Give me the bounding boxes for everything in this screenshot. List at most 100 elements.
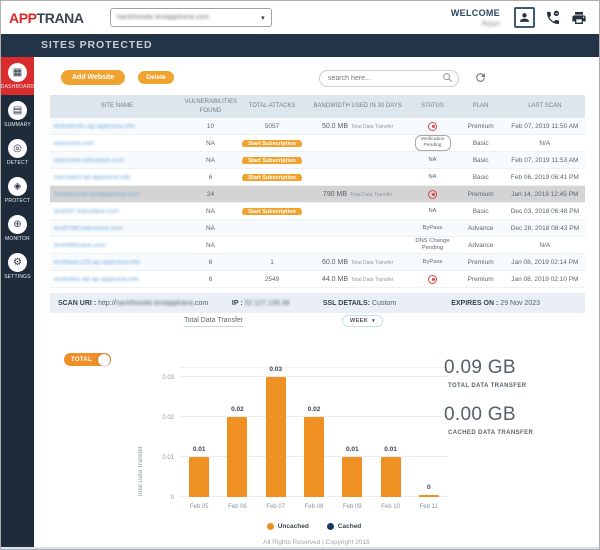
site-name-link[interactable]: testholes-ab-ap-apptrana.info [54,276,139,283]
column-header: PLAN [472,103,489,110]
refresh-button[interactable] [474,71,487,84]
vulnerabilities-cell: 6 [208,258,213,266]
site-name-link[interactable]: test0788.indusface.com [54,225,123,232]
site-name-link[interactable]: airpocket.indusface.com [54,157,124,164]
printer-icon [572,11,586,24]
table-row[interactable]: hackthissite.testapptrana.com 24 790 MB Tot… [50,186,585,203]
period-selector-value: WEEK [350,318,369,324]
status-cell: ByPass [422,258,443,265]
bar-uncached[interactable] [189,457,210,497]
sidebar-nav: ▦ DASHBOARD ▤ SUMMARY ◎ DETECT ◈ PROTECT ⊕ MONITO… [1,57,34,549]
plan-cell: Advance [468,241,494,249]
plan-cell: Premium [467,190,494,198]
site-selector-value: hackthissite.testapptrana.com [116,14,210,21]
bar-chart-plot: 0 0.01 0.02 0.03 0.01 Feb 05 0.02 Feb 06 0.03 Feb… [162,366,448,510]
table-row[interactable]: test0788.indusface.com NA ByPass Advance Dec… [50,220,585,237]
sidebar-item-monitor[interactable]: ⊕ MONITOR [1,209,34,247]
start-subscription-button[interactable]: Start Subscription [242,207,302,215]
sidebar-item-summary[interactable]: ▤ SUMMARY [1,95,34,133]
bar-uncached[interactable] [418,495,439,497]
top-header-bar: APPTRANA hackthissite.testapptrana.com ▾… [1,1,599,34]
sidebar-item-protect[interactable]: ◈ PROTECT [1,171,34,209]
sidebar-item-label: DASHBOARD [0,84,35,90]
support-call-button[interactable] [545,10,561,26]
sidebar-item-detect[interactable]: ◎ DETECT [1,133,34,171]
chevron-down-icon: ▾ [372,318,376,324]
bar-value-label: 0.02 [307,406,321,413]
column-header: VULNERABILITIES FOUND [184,99,238,114]
status-blocked-icon [428,274,437,284]
sites-table: SITE NAME VULNERABILITIES FOUND TOTAL ATTA… [50,95,585,288]
table-row[interactable]: testsite24c-ap-apptrana.info 10 5057 50.0 M… [50,118,585,135]
bar-uncached[interactable] [342,457,363,497]
plan-cell: Basic [472,156,489,164]
x-tick-label: Feb 05 [189,504,209,510]
status-cell: NA [428,173,437,180]
table-row[interactable]: test09thirane.com NA DNS Change Pending Adv… [50,237,585,254]
site-name-link[interactable]: test09thirane.com [54,242,106,249]
site-name-link[interactable]: airpocket.com [54,140,94,147]
sidebar-item-settings[interactable]: ⚙ SETTINGS [1,247,34,285]
user-icon [520,13,529,22]
search-input[interactable] [319,70,459,87]
table-row[interactable]: test037.indusface.com NA Start Subscriptio… [50,203,585,220]
stat-value: 0.00 GB [444,404,516,425]
main-content: Add Website Delete SITE NAME VULNERABILIT… [34,57,599,549]
start-subscription-button[interactable]: Start Subscription [242,156,302,164]
bar-value-label: 0.03 [269,366,283,373]
sidebar-item-label: MONITOR [5,236,30,242]
bar-uncached[interactable] [380,457,401,497]
x-tick-label: Feb 10 [381,504,400,510]
legend-dot [266,523,274,530]
total-attacks-cell: 5057 [264,122,280,130]
sidebar-item-dashboard[interactable]: ▦ DASHBOARD [1,57,34,95]
stat-label: CACHED DATA TRANSFER [448,430,534,436]
phone-support-icon [547,10,559,24]
table-row[interactable]: testholes-ab-ap-apptrana.info 6 2549 44.0 M… [50,271,585,288]
site-name-link[interactable]: barcode3-ap-apptrana.info [54,174,131,181]
y-tick-label: 0 [170,495,174,501]
site-name-link[interactable]: testbasic125-ap-apptrana.info [54,259,140,266]
tab-total-data-transfer[interactable]: Total Data Transfer [184,317,244,327]
bar-uncached[interactable] [265,377,286,497]
site-name-link[interactable]: testsite24c-ap-apptrana.info [54,123,135,130]
chevron-down-icon: ▾ [261,14,265,22]
y-axis-label: Total Data Transfer [138,446,144,497]
print-button[interactable] [571,10,587,26]
user-profile-button[interactable] [514,7,535,28]
bar-value-label: 0 [427,484,431,491]
table-row[interactable]: testbasic125-ap-apptrana.info 6 1 60.0 MB To… [50,254,585,271]
monitor-scan-icon: ⊕ [8,215,27,234]
table-row[interactable]: airpocket.indusface.com NA Start Subscript… [50,152,585,169]
site-selector-dropdown[interactable]: hackthissite.testapptrana.com ▾ [109,8,272,27]
bar-uncached[interactable] [227,417,248,497]
total-toggle[interactable]: TOTAL [64,353,111,366]
start-subscription-button[interactable]: Start Subscription [242,139,302,147]
legend-item-uncached: Uncached [266,523,309,530]
user-name: Arjun [481,18,500,28]
ssl-details: SSL DETAILS: Custom [322,299,397,307]
vulnerabilities-cell: NA [205,241,216,249]
site-name-link[interactable]: hackthissite.testapptrana.com [54,191,140,198]
plan-cell: Premium [467,275,494,283]
status-cell: NA [428,156,437,163]
bar-uncached[interactable] [304,417,324,497]
sidebar-item-label: PROTECT [4,198,31,204]
footer-copyright: All Rights Reserved | Copyright 2018 [263,539,370,546]
add-website-button[interactable]: Add Website [61,69,126,85]
table-row[interactable]: airpocket.com NA Start Subscription Verific… [50,134,585,152]
search-icon [442,70,453,88]
vulnerabilities-cell: 6 [208,173,213,181]
period-selector-dropdown[interactable]: WEEK ▾ [342,315,384,327]
start-subscription-button[interactable]: Start Subscription [242,173,302,181]
bar-value-label: 0.02 [231,406,244,413]
last-scan-cell: N/A [539,139,551,147]
sidebar-item-label: SETTINGS [4,274,31,280]
column-header: STATUS [421,103,444,110]
scan-ip: IP :52.127.139.38 [231,299,290,307]
delete-button[interactable]: Delete [138,70,174,84]
x-tick-label: Feb 06 [228,504,247,510]
table-row[interactable]: barcode3-ap-apptrana.info 6 Start Subscrip… [50,169,585,186]
site-name-link[interactable]: test037.indusface.com [54,208,119,215]
bandwidth-cell: 50.0 MB Total Data Transfer [321,122,394,130]
